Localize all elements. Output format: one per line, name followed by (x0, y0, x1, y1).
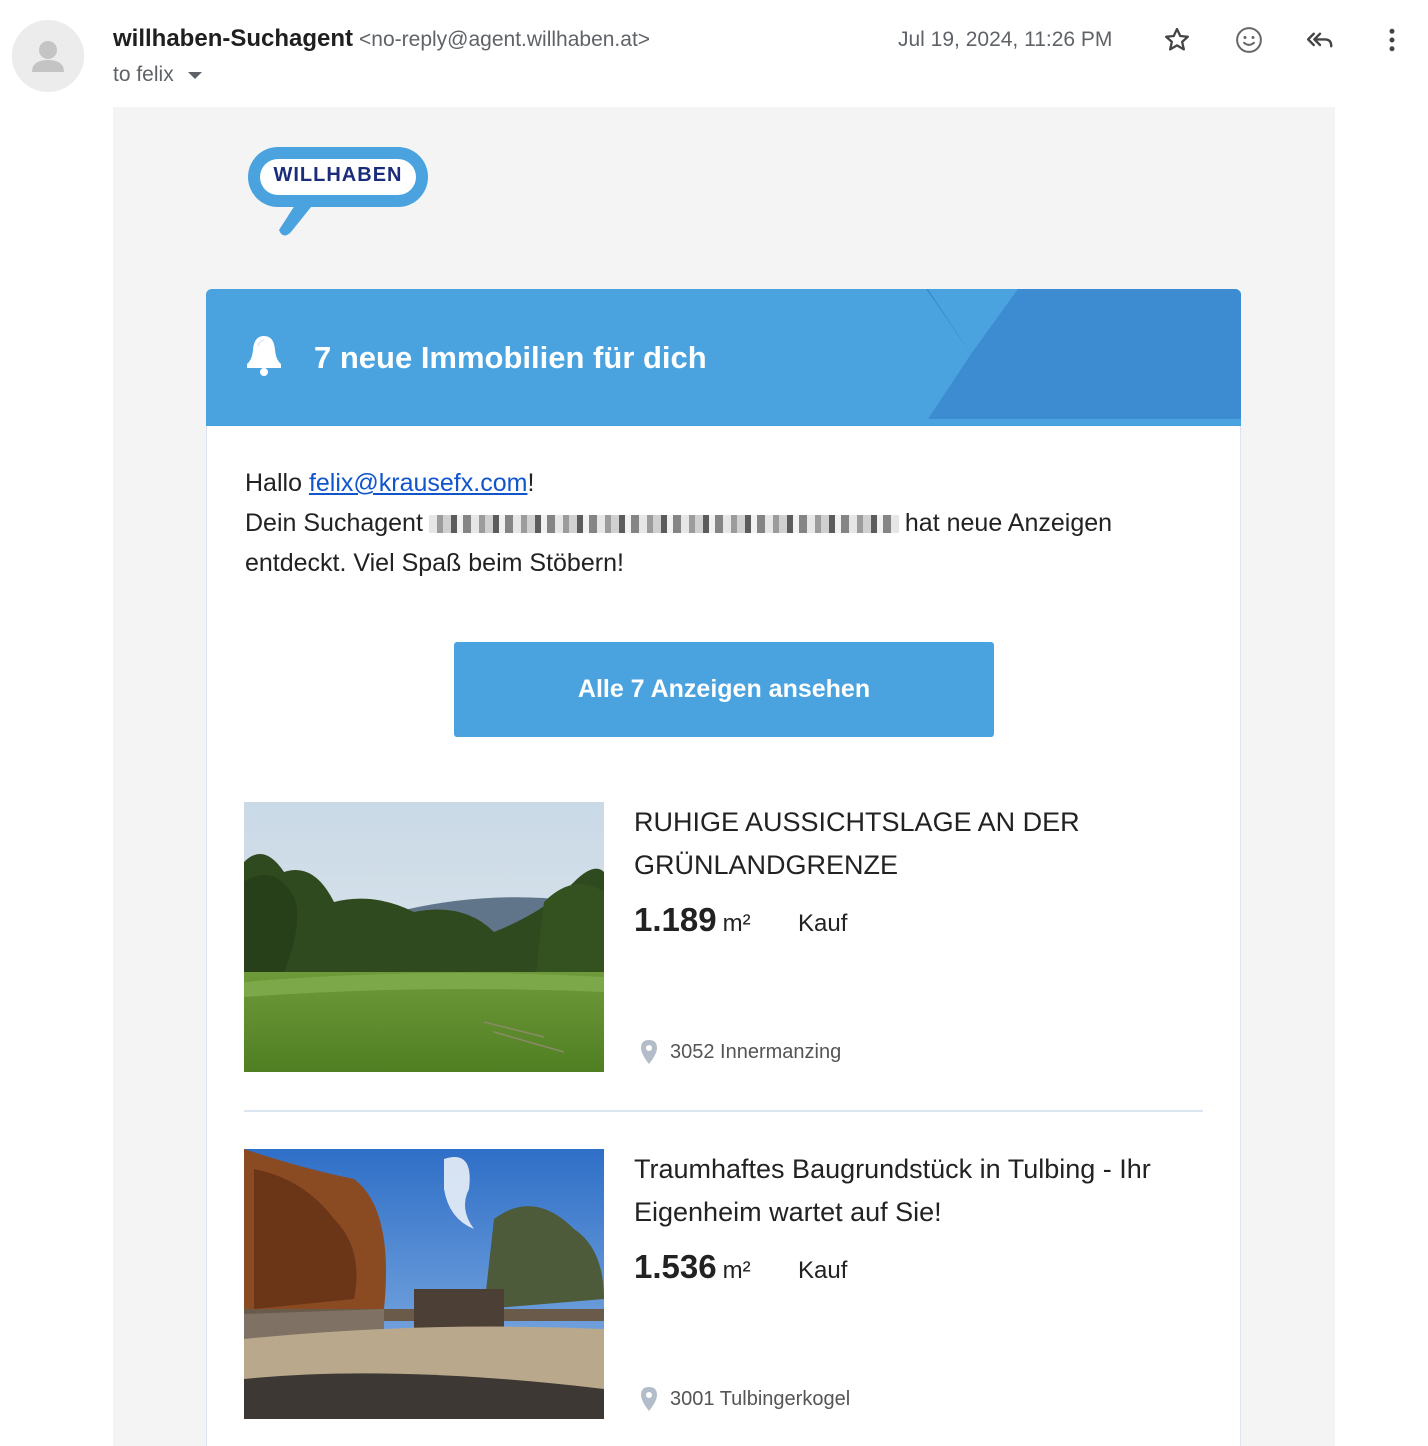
reply-all-icon (1306, 32, 1333, 48)
listing-1-location: 3052 Innermanzing (640, 1039, 841, 1065)
emoji-icon (1236, 27, 1262, 53)
sender-name[interactable]: willhaben-Suchagent (113, 25, 353, 52)
listing-1-area: 1.189 m² (634, 901, 751, 939)
location-pin-icon (641, 1387, 657, 1411)
recipient-details-toggle[interactable]: to felix (113, 61, 202, 89)
star-icon (1165, 27, 1189, 51)
recipient-label: to felix (113, 63, 174, 86)
listing-2-location-text: 3001 Tulbingerkogel (670, 1387, 851, 1410)
listing-divider (244, 1110, 1203, 1112)
logo-wordmark: WILLHABEN (273, 164, 403, 186)
recipient-email-link[interactable]: felix@krausefx.com (309, 469, 528, 497)
speech-bubble-logo-icon (248, 147, 428, 236)
listing-1-image[interactable] (244, 802, 604, 1072)
listing-2-title[interactable]: Traumhaftes Baugrundstück in Tulbing - I… (634, 1148, 1174, 1234)
listing-2-location: 3001 Tulbingerkogel (640, 1386, 850, 1412)
reply-all-button[interactable] (1300, 20, 1340, 60)
willhaben-logo[interactable]: WILLHABEN (245, 144, 431, 240)
more-vert-icon (1389, 28, 1395, 52)
listing-2-area: 1.536 m² (634, 1248, 751, 1286)
greeting-exclaim: ! (527, 469, 535, 497)
greeting-text: Hallo felix@krausefx.com! Dein Suchagent… (245, 463, 1185, 583)
listing-2-area-value: 1.536 (634, 1248, 717, 1285)
listing-1-area-unit: m² (722, 910, 751, 937)
listing-1-area-value: 1.189 (634, 901, 717, 938)
listing-1-location-text: 3052 Innermanzing (670, 1040, 842, 1063)
greeting-hello: Hallo (245, 469, 302, 497)
sender-line: willhaben-Suchagent <no-reply@agent.willh… (113, 24, 650, 55)
listing-photo-meadow (244, 802, 604, 1072)
emoji-reaction-button[interactable] (1229, 20, 1269, 60)
view-all-listings-button[interactable]: Alle 7 Anzeigen ansehen (454, 642, 994, 737)
more-options-button[interactable] (1372, 20, 1412, 60)
sender-avatar[interactable] (12, 20, 84, 92)
listing-2-image[interactable] (244, 1149, 604, 1419)
listing-1-type: Kauf (798, 910, 848, 937)
listing-1-title[interactable]: RUHIGE AUSSICHTSLAGE AN DER GRÜNLANDGREN… (634, 801, 1174, 887)
caret-down-icon (187, 71, 202, 79)
sender-email: <no-reply@agent.willhaben.at> (359, 28, 651, 51)
banner-title: 7 neue Immobilien für dich (314, 340, 707, 375)
listing-photo-plot (244, 1149, 604, 1419)
star-button[interactable] (1157, 20, 1197, 60)
bell-icon (247, 336, 281, 376)
location-pin-icon (641, 1040, 657, 1064)
redacted-agent-name (428, 515, 899, 534)
email-date: Jul 19, 2024, 11:26 PM (898, 28, 1113, 51)
person-icon (12, 20, 84, 92)
listing-2-type: Kauf (798, 1257, 848, 1284)
listing-2-area-unit: m² (722, 1257, 751, 1284)
greeting-line2-start: Dein Suchagent (245, 509, 423, 537)
